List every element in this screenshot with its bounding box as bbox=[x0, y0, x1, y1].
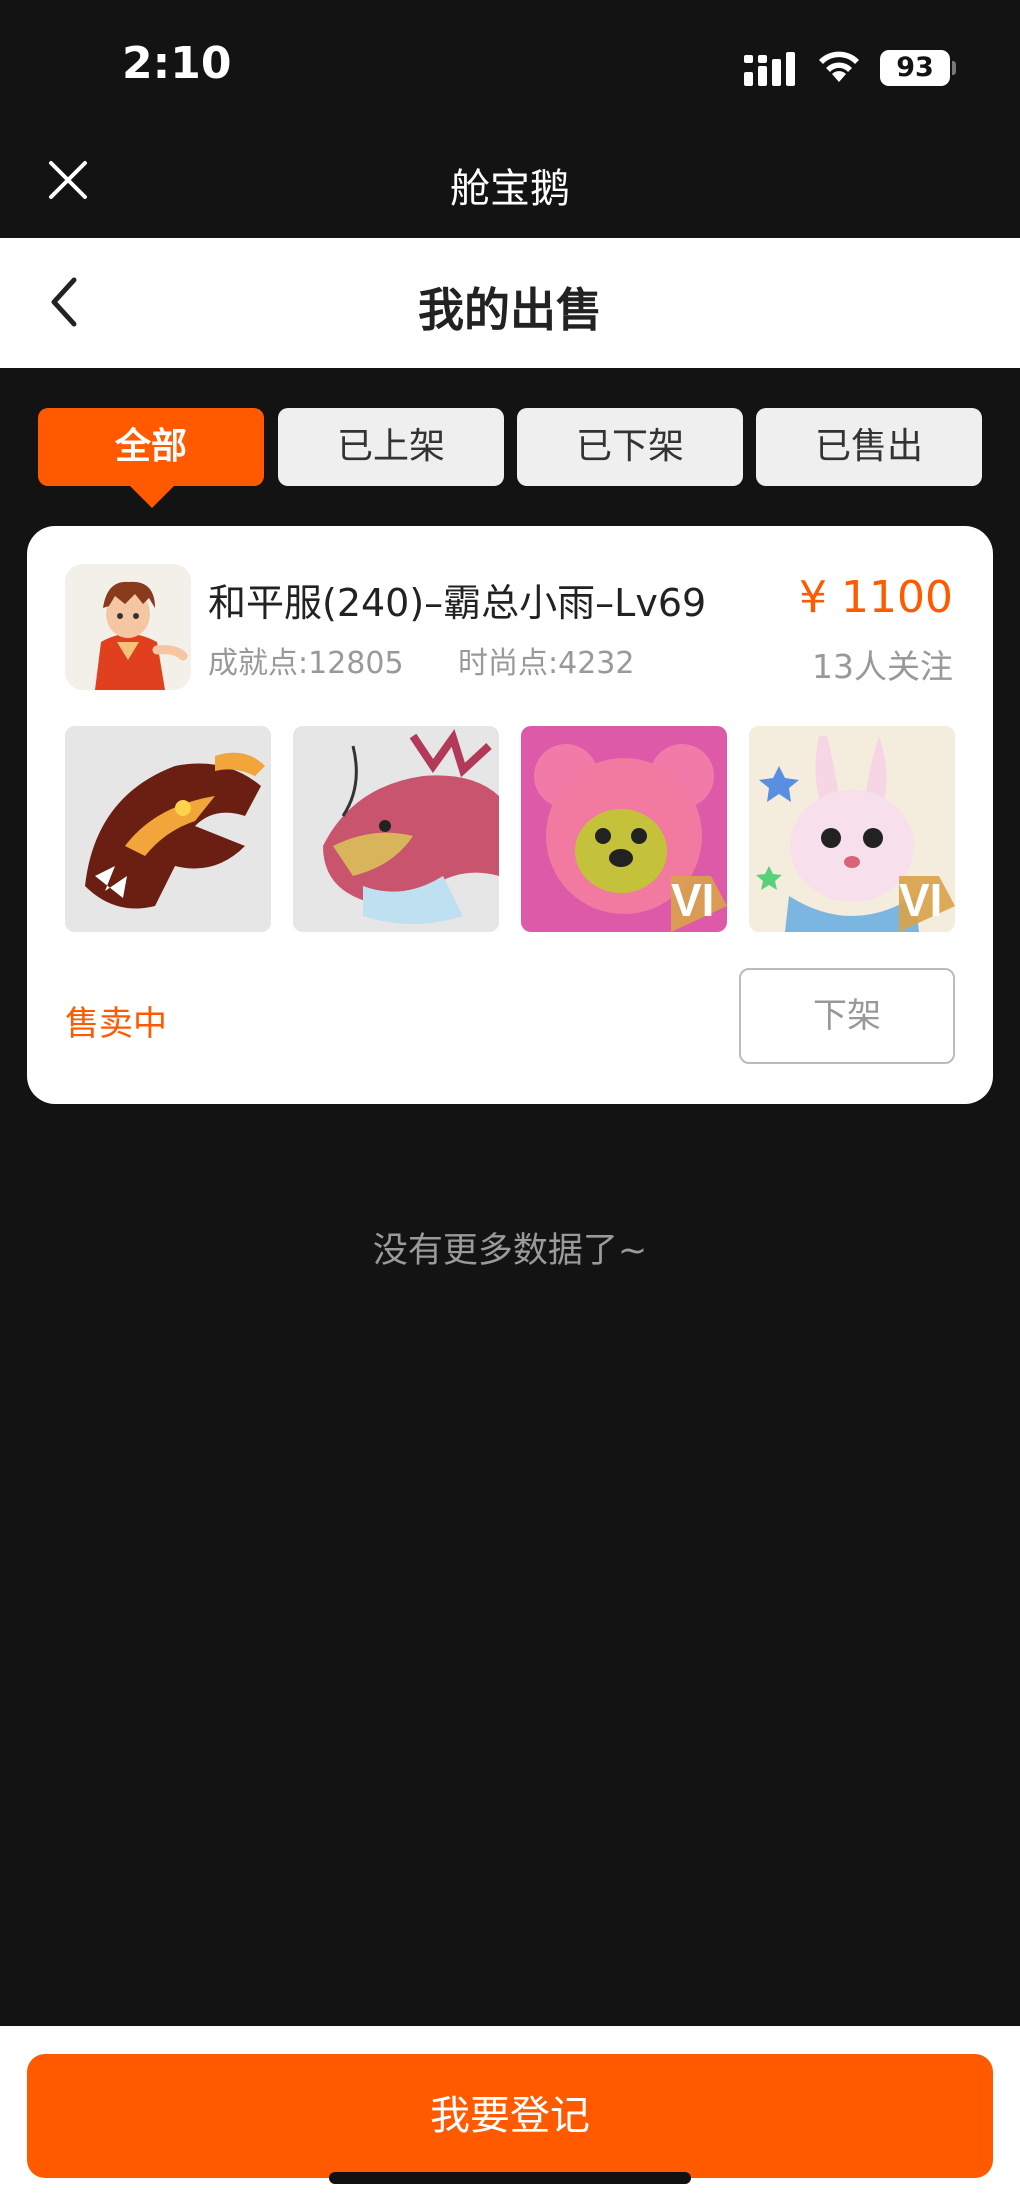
register-button[interactable]: 我要登记 bbox=[27, 2054, 993, 2178]
item-thumbnails: VI VI bbox=[65, 726, 955, 932]
page-title: 我的出售 bbox=[418, 283, 602, 337]
pink-bear-costume-icon[interactable]: VI bbox=[521, 726, 727, 932]
fashion-points: 时尚点:4232 bbox=[458, 646, 635, 681]
bunny-costume-icon[interactable]: VI bbox=[749, 726, 955, 932]
active-tab-pointer bbox=[130, 486, 174, 508]
app-title: 舱宝鹅 bbox=[450, 166, 570, 212]
battery-indicator: 93 bbox=[880, 50, 950, 86]
nav-bar: 我的出售 bbox=[0, 238, 1020, 368]
followers-count: 13人关注 bbox=[812, 647, 953, 686]
delist-button[interactable]: 下架 bbox=[739, 968, 955, 1064]
tab-delisted[interactable]: 已下架 bbox=[517, 408, 743, 486]
chinese-dragon-icon[interactable] bbox=[293, 726, 499, 932]
account-name: 和平服(240)–霸总小雨–Lv69 bbox=[208, 581, 707, 625]
tab-all[interactable]: 全部 bbox=[38, 408, 264, 486]
tab-listed[interactable]: 已上架 bbox=[278, 408, 504, 486]
status-badge: 售卖中 bbox=[65, 1004, 167, 1044]
avatar bbox=[65, 564, 191, 690]
home-indicator bbox=[329, 2172, 691, 2184]
svg-text:VI: VI bbox=[899, 874, 942, 926]
status-bar: 2:10 93 bbox=[0, 0, 1020, 120]
filter-tabs: 全部 已上架 已下架 已售出 bbox=[38, 408, 982, 508]
tab-sold[interactable]: 已售出 bbox=[756, 408, 982, 486]
svg-text:VI: VI bbox=[671, 874, 714, 926]
signal-icon bbox=[744, 52, 795, 86]
battery-cap bbox=[952, 61, 956, 75]
listing-card[interactable]: 和平服(240)–霸总小雨–Lv69 成就点:12805 时尚点:4232 ¥ … bbox=[27, 526, 993, 1104]
status-time: 2:10 bbox=[122, 38, 232, 89]
price: ¥ 1100 bbox=[799, 572, 953, 623]
achievement-points: 成就点:12805 bbox=[208, 646, 404, 681]
wifi-icon bbox=[819, 51, 859, 82]
no-more-data-text: 没有更多数据了~ bbox=[372, 1231, 648, 1271]
app-header: 舱宝鹅 bbox=[0, 120, 1020, 238]
dragon-mount-icon[interactable] bbox=[65, 726, 271, 932]
